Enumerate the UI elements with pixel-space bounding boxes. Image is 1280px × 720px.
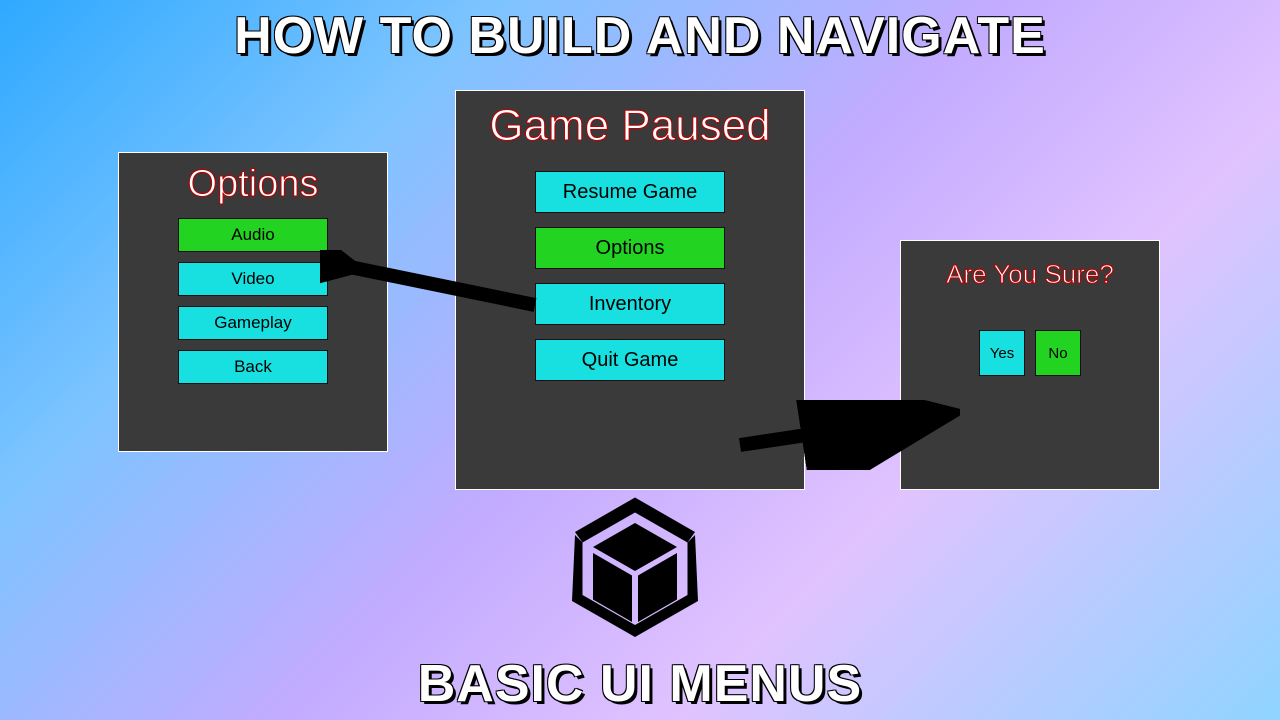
title-top: HOW TO BUILD AND NAVIGATE bbox=[0, 6, 1280, 66]
confirm-panel: Are You Sure? Yes No bbox=[900, 240, 1160, 490]
options-gameplay-button[interactable]: Gameplay bbox=[178, 306, 328, 340]
options-back-button[interactable]: Back bbox=[178, 350, 328, 384]
options-audio-button[interactable]: Audio bbox=[178, 218, 328, 252]
options-video-button[interactable]: Video bbox=[178, 262, 328, 296]
pause-title: Game Paused bbox=[489, 101, 770, 151]
pause-panel: Game Paused Resume Game Options Inventor… bbox=[455, 90, 805, 490]
options-title: Options bbox=[188, 163, 319, 206]
confirm-no-button[interactable]: No bbox=[1035, 330, 1081, 376]
confirm-yes-button[interactable]: Yes bbox=[979, 330, 1025, 376]
inventory-button[interactable]: Inventory bbox=[535, 283, 725, 325]
resume-game-button[interactable]: Resume Game bbox=[535, 171, 725, 213]
options-panel: Options Audio Video Gameplay Back bbox=[118, 152, 388, 452]
options-button[interactable]: Options bbox=[535, 227, 725, 269]
unity-icon bbox=[560, 490, 710, 640]
title-bottom: BASIC UI MENUS bbox=[0, 654, 1280, 714]
quit-game-button[interactable]: Quit Game bbox=[535, 339, 725, 381]
confirm-title: Are You Sure? bbox=[946, 259, 1114, 290]
